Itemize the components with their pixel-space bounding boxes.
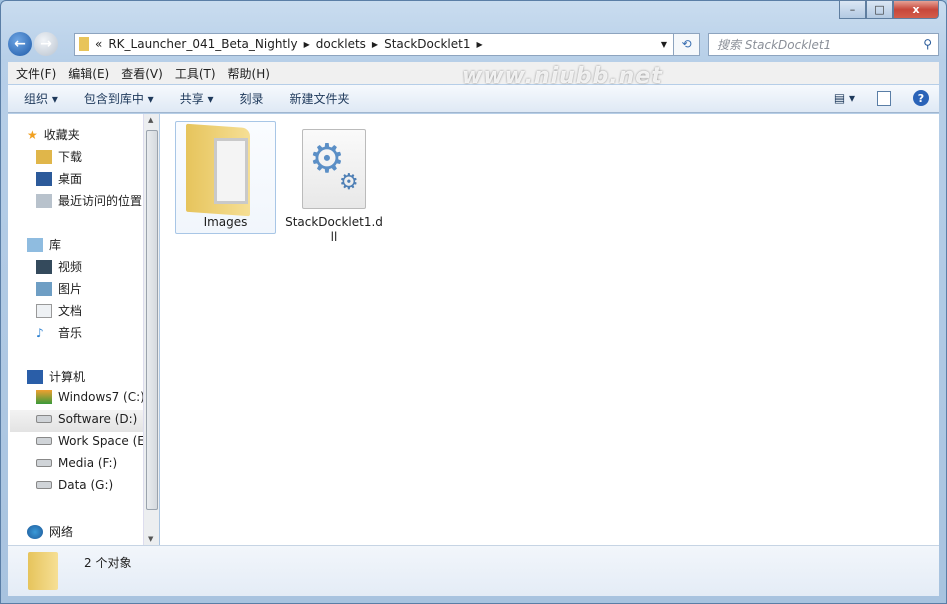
new-folder-button[interactable]: 新建文件夹 xyxy=(290,90,350,107)
recent-places-icon xyxy=(36,193,52,208)
drive-icon xyxy=(36,415,52,423)
details-pane: 2 个对象 xyxy=(8,545,939,596)
picture-icon xyxy=(36,281,52,296)
nav-item-drive-f[interactable]: Media (F:) xyxy=(36,456,117,470)
file-list: Images ⚙ ⚙ StackDocklet1.dll xyxy=(160,114,939,545)
computer-icon xyxy=(27,369,43,384)
nav-label: 收藏夹 xyxy=(43,128,80,142)
desktop-icon xyxy=(36,171,52,186)
star-icon: ★ xyxy=(27,127,38,142)
share-button[interactable]: 共享 ▾ xyxy=(180,90,214,107)
address-row: ← → « RK_Launcher_041_Beta_Nightly ▶ dock… xyxy=(8,32,939,56)
view-options-icon[interactable]: ▤ ▾ xyxy=(834,91,855,105)
chevron-right-icon[interactable]: ▶ xyxy=(304,40,310,49)
nav-item-recent[interactable]: 最近访问的位置 xyxy=(36,192,142,209)
downloads-icon xyxy=(36,149,52,164)
caption-buttons: – □ x xyxy=(839,0,939,19)
help-icon[interactable]: ? xyxy=(913,90,929,106)
drive-icon xyxy=(36,459,52,467)
small-gear-icon: ⚙ xyxy=(339,170,359,195)
library-icon xyxy=(27,237,43,252)
history-dropdown-icon[interactable]: ▼ xyxy=(661,40,667,49)
scroll-thumb[interactable] xyxy=(146,130,158,510)
video-icon xyxy=(36,259,52,274)
document-icon xyxy=(36,303,52,318)
nav-scrollbar[interactable]: ▲ ▼ xyxy=(143,114,159,545)
nav-item-documents[interactable]: 文档 xyxy=(36,302,82,319)
item-count: 2 个对象 xyxy=(84,556,132,570)
dll-file-icon: ⚙ ⚙ xyxy=(302,129,366,209)
nav-item-music[interactable]: ♪ 音乐 xyxy=(36,324,82,341)
command-bar: 组织 ▾ 包含到库中 ▾ 共享 ▾ 刻录 新建文件夹 ▤ ▾ ? xyxy=(8,85,939,113)
burn-button[interactable]: 刻录 xyxy=(240,90,264,107)
breadcrumb-segment[interactable]: RK_Launcher_041_Beta_Nightly xyxy=(108,37,297,51)
nav-item-downloads[interactable]: 下载 xyxy=(36,148,82,165)
nav-network[interactable]: 网络 xyxy=(27,523,73,540)
breadcrumb-overflow[interactable]: « xyxy=(95,37,102,51)
file-name: StackDocklet1.dll xyxy=(285,215,383,244)
nav-libraries[interactable]: 库 xyxy=(27,236,61,253)
menu-view[interactable]: 查看(V) xyxy=(121,65,163,82)
windows-drive-icon xyxy=(36,390,52,404)
minimize-button[interactable]: – xyxy=(839,0,866,19)
drive-icon xyxy=(36,481,52,489)
nav-item-drive-g[interactable]: Data (G:) xyxy=(36,478,113,492)
forward-button[interactable]: → xyxy=(34,32,58,56)
scroll-up-arrow[interactable]: ▲ xyxy=(148,116,153,124)
file-item-folder[interactable]: Images xyxy=(175,121,276,234)
folder-icon xyxy=(28,552,58,590)
back-button[interactable]: ← xyxy=(8,32,32,56)
network-icon xyxy=(27,524,43,539)
close-button[interactable]: x xyxy=(893,0,939,19)
nav-item-drive-d[interactable]: Software (D:) xyxy=(36,412,137,426)
address-bar[interactable]: « RK_Launcher_041_Beta_Nightly ▶ docklets… xyxy=(74,32,674,56)
menu-help[interactable]: 帮助(H) xyxy=(228,65,270,82)
menu-file[interactable]: 文件(F) xyxy=(16,65,56,82)
organize-button[interactable]: 组织 ▾ xyxy=(24,90,58,107)
search-input[interactable]: 搜索 StackDocklet1 ⚲ xyxy=(708,32,939,56)
nav-item-drive-e[interactable]: Work Space (E: xyxy=(36,434,143,448)
chevron-right-icon[interactable]: ▶ xyxy=(477,40,483,49)
nav-item-videos[interactable]: 视频 xyxy=(36,258,82,275)
nav-item-drive-c[interactable]: Windows7 (C:) xyxy=(36,390,143,404)
breadcrumb-segment[interactable]: StackDocklet1 xyxy=(384,37,470,51)
search-icon[interactable]: ⚲ xyxy=(923,37,932,51)
file-item-dll[interactable]: ⚙ ⚙ StackDocklet1.dll xyxy=(284,121,384,245)
nav-item-desktop[interactable]: 桌面 xyxy=(36,170,82,187)
file-name: Images xyxy=(203,215,248,229)
menu-edit[interactable]: 编辑(E) xyxy=(68,65,109,82)
drive-icon xyxy=(36,437,52,445)
breadcrumb-segment[interactable]: docklets xyxy=(316,37,366,51)
chevron-right-icon[interactable]: ▶ xyxy=(372,40,378,49)
nav-computer[interactable]: 计算机 xyxy=(27,368,85,385)
nav-item-pictures[interactable]: 图片 xyxy=(36,280,82,297)
scroll-down-arrow[interactable]: ▼ xyxy=(148,535,153,543)
folder-paper xyxy=(214,138,248,204)
refresh-button[interactable]: ⟲ xyxy=(674,32,700,56)
navigation-pane: ★ 收藏夹 下载 桌面 最近访问的位置 库 视频 图片 文档 ♪ 音乐 计算机 Wi… xyxy=(8,114,143,545)
nav-favorites[interactable]: ★ 收藏夹 xyxy=(27,126,80,143)
music-icon: ♪ xyxy=(36,325,44,340)
menu-tools[interactable]: 工具(T) xyxy=(175,65,216,82)
include-in-library-button[interactable]: 包含到库中 ▾ xyxy=(84,90,154,107)
maximize-button[interactable]: □ xyxy=(866,0,893,19)
folder-icon xyxy=(79,37,89,51)
preview-pane-icon[interactable] xyxy=(877,90,891,106)
search-placeholder: 搜索 StackDocklet1 xyxy=(717,37,832,52)
